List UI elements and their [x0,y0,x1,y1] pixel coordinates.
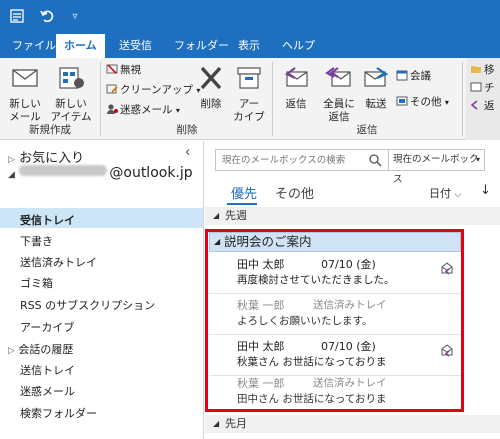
reply-delete-icon [470,99,482,111]
quick-step-team[interactable]: チ [470,80,495,96]
forward-icon [360,64,392,96]
group-label-delete: 削除 [176,124,198,136]
team-icon [470,81,482,93]
group-separator [272,62,273,136]
group-separator [462,62,463,136]
junk-button[interactable]: 迷惑メール ▾ [106,102,180,119]
ignore-button[interactable]: 無視 [106,62,141,78]
delete-x-icon [194,64,228,96]
tab-home[interactable]: ホーム [56,34,105,58]
collapse-triangle-icon: ◢ [213,211,220,220]
group-label-respond: 返信 [356,124,378,136]
expand-triangle-icon: ▷ [8,155,15,165]
reply-button[interactable]: 返信 [278,64,314,111]
customize-toolbar-icon[interactable]: ▿ [66,8,84,26]
tab-focused[interactable]: 優先 [231,183,257,202]
group-header-last-month[interactable]: ◢ 先月 [205,415,500,433]
tab-folder[interactable]: フォルダー [166,34,237,58]
forward-button[interactable]: 転送 [360,64,392,111]
reply-all-icon [318,64,360,96]
active-tab-underline [227,203,257,205]
new-mail-button[interactable]: 新しい メール [6,64,44,124]
ribbon-tabs: ファイル ホーム 送受信 フォルダー 表示 ヘルプ [0,34,500,58]
search-box: 現在のメールボックス▾ [215,149,485,185]
folder-rss[interactable]: RSS のサブスクリプション [20,297,155,313]
tab-help[interactable]: ヘルプ [274,34,323,58]
dropdown-arrow-icon: ▾ [444,98,449,107]
folder-search-folders[interactable]: 検索フォルダー [20,405,97,421]
send-receive-icon[interactable] [8,8,26,26]
chevron-down-icon: ▾ [475,155,480,164]
tab-file[interactable]: ファイル [4,34,64,58]
cleanup-button[interactable]: クリーンアップ ▾ [106,82,200,99]
more-respond-button[interactable]: その他 ▾ [396,94,449,111]
reply-icon [278,64,314,96]
folder-inbox[interactable]: 受信トレイ [20,212,75,228]
quick-step-reply[interactable]: 返 [470,98,495,114]
folder-trash[interactable]: ゴミ箱 [20,275,53,291]
junk-icon [106,103,118,115]
group-separator [100,62,101,136]
expand-triangle-icon: ▷ [8,346,15,356]
more-respond-icon [396,95,408,107]
ribbon: 新しい メール 新しい アイテム 新規作成 無視 クリーンアップ ▾ 迷惑メール… [0,58,500,140]
reply-all-button[interactable]: 全員に 返信 [318,64,360,124]
sort-direction-button[interactable]: ↓ [480,183,491,198]
quick-step-move[interactable]: 移 [470,62,495,78]
folder-outbox[interactable]: 送信トレイ [20,362,75,378]
cleanup-icon [106,83,118,95]
collapse-pane-icon[interactable]: ‹ [185,145,190,160]
tab-other[interactable]: その他 [275,183,314,202]
highlight-frame [205,229,464,412]
new-items-button[interactable]: 新しい アイテム [48,64,94,124]
folder-pane: ▷ お気に入り ‹ ◢ @outlook.jp 受信トレイ 下書き 送信済みトレ… [0,141,204,439]
ignore-icon [106,63,118,75]
search-scope-dropdown[interactable]: 現在のメールボックス ▾ [388,150,484,185]
dropdown-arrow-icon: ▾ [175,106,180,115]
envelope-icon [6,64,44,96]
title-bar: ▿ [0,0,500,34]
account-header[interactable]: ◢ @outlook.jp [8,165,193,181]
account-name-redacted [19,165,108,176]
favorites-header[interactable]: ▷ お気に入り [8,147,84,166]
archive-box-icon [230,64,268,96]
folder-junk[interactable]: 迷惑メール [20,383,75,399]
folder-sent[interactable]: 送信済みトレイ [20,254,97,270]
search-input[interactable] [216,150,381,170]
search-icon[interactable] [368,153,382,170]
folder-archive[interactable]: アーカイブ [20,319,74,335]
new-item-icon [48,64,94,96]
tab-view[interactable]: 表示 [230,34,268,58]
folder-drafts[interactable]: 下書き [20,233,53,249]
tab-send-receive[interactable]: 送受信 [111,34,160,58]
group-header-last-week[interactable]: ◢ 先週 [205,207,500,225]
calendar-icon [396,69,408,81]
group-label-new: 新規作成 [29,124,71,136]
archive-button[interactable]: アー カイブ [230,64,268,124]
folder-conversation-history[interactable]: ▷ 会話の履歴 [8,341,73,357]
delete-button[interactable]: 削除 [194,64,228,111]
folder-icon [470,63,482,75]
undo-icon[interactable] [38,8,56,26]
sort-by-dropdown[interactable]: 日付 ⌵ [429,185,461,201]
collapse-triangle-icon: ◢ [213,419,220,428]
meeting-button[interactable]: 会議 [396,68,431,84]
collapse-triangle-icon: ◢ [8,170,15,180]
chevron-down-icon: ⌵ [454,190,462,200]
